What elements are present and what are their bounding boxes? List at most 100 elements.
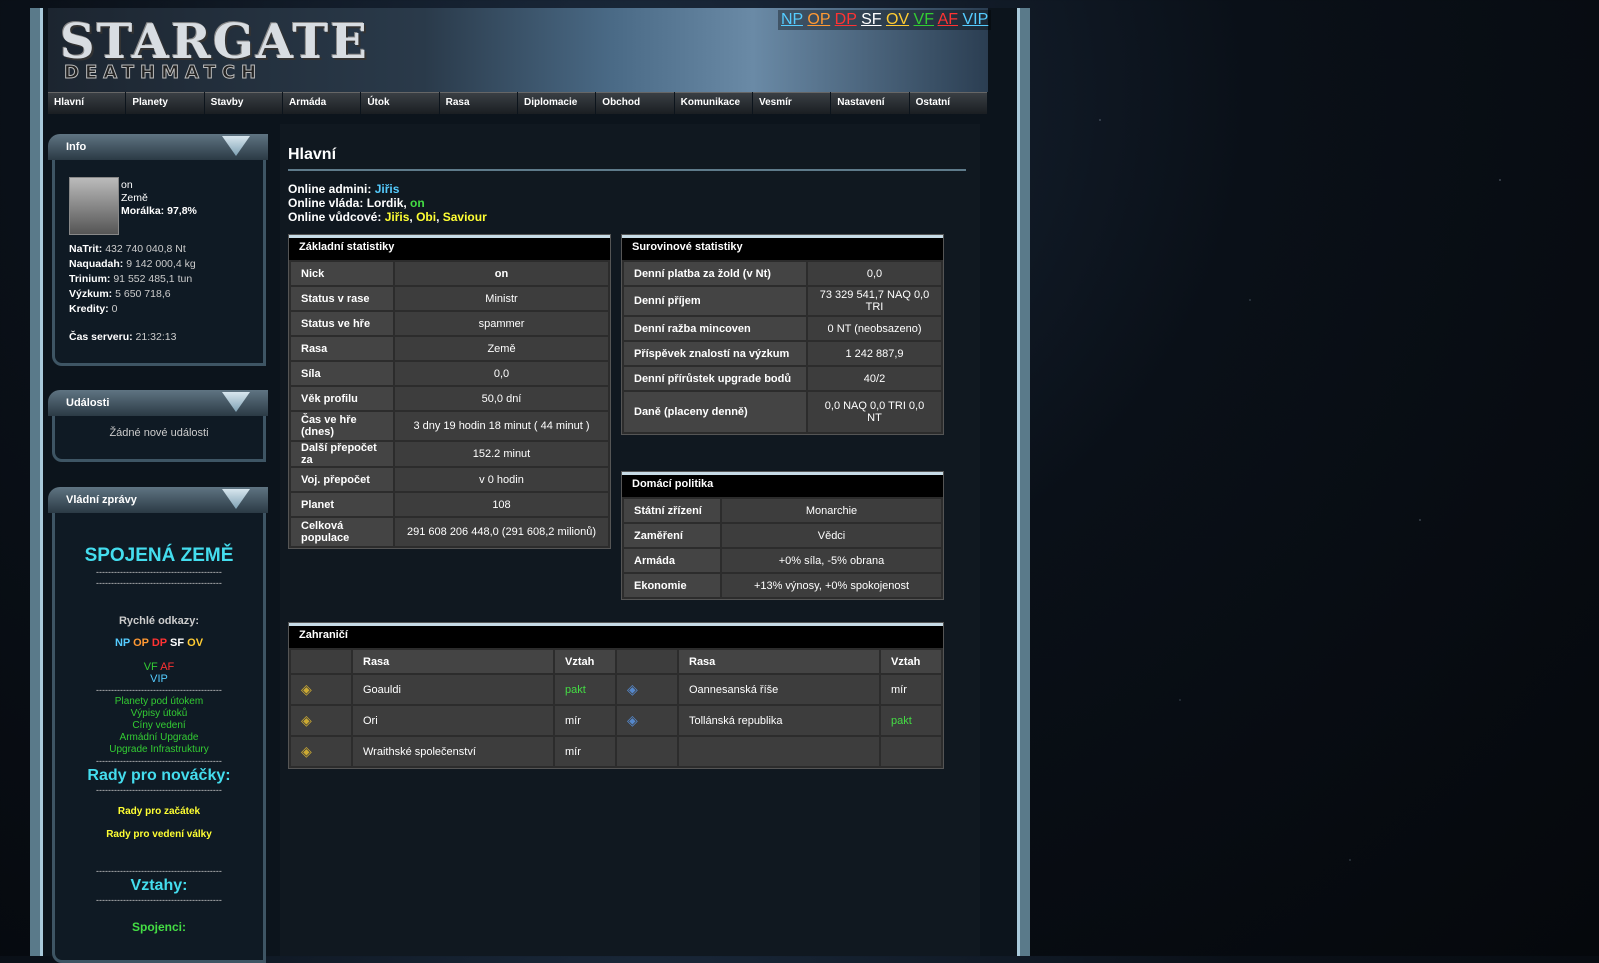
gov-user-link[interactable]: Lordik: [367, 196, 404, 210]
table-row: Rasa Země: [291, 337, 608, 360]
nav-item-3[interactable]: Armáda: [282, 92, 361, 114]
side-quick-vf[interactable]: VF: [144, 661, 158, 673]
online-admin-label: Online admini:: [288, 182, 372, 196]
online-gov: Online vláda: Lordik, on: [288, 196, 425, 210]
nav-item-5[interactable]: Rasa: [439, 92, 517, 114]
gov-link[interactable]: Armádní Upgrade: [120, 732, 199, 743]
divider: ----------------------------------------…: [96, 685, 222, 695]
nav-item-1[interactable]: Planety: [126, 92, 204, 114]
race-icon: ◈: [291, 706, 351, 735]
row-value: 291 608 206 448,0 (291 608,2 milionů): [395, 518, 608, 546]
side-quick-sf[interactable]: SF: [170, 637, 184, 649]
quick-link-vip[interactable]: VIP: [962, 11, 988, 28]
gov-heading: SPOJENÁ ZEMĚ: [84, 545, 234, 566]
race-link[interactable]: Tollánská republika: [689, 715, 783, 727]
resource-label: Naquadah:: [69, 258, 124, 270]
resource-value: 0: [111, 303, 118, 315]
events-box-header: Události: [48, 390, 268, 416]
online-admins: Online admini: Jiřis: [288, 182, 399, 196]
table-row: Status ve hře spammer: [291, 312, 608, 335]
race-link[interactable]: Ori: [363, 715, 378, 727]
side-quick-links: NP OP DP SF OV: [52, 637, 266, 649]
nav-item-9[interactable]: Vesmír: [752, 92, 831, 114]
race-cell[interactable]: Tollánská republika: [679, 706, 879, 735]
gov-links: Planety pod útokem Výpisy útoků Cíny veden…: [52, 696, 266, 756]
side-quick-vip[interactable]: VIP: [150, 673, 168, 685]
table-row: Denní platba za žold (v Nt) 0,0: [624, 262, 941, 285]
table-row: Státní zřízení Monarchie: [624, 499, 941, 522]
nav-item-6[interactable]: Diplomacie: [517, 92, 596, 114]
quick-link-sf[interactable]: SF: [861, 11, 881, 28]
race-link[interactable]: Wraithské společenství: [363, 746, 476, 758]
quick-link-np[interactable]: NP: [781, 11, 803, 28]
leader-link[interactable]: Jiřis: [385, 210, 410, 224]
resource-value: 9 142 000,4 kg: [126, 258, 196, 270]
main-nav: Hlavní Planety Stavby Armáda Útok Rasa Diploma…: [48, 92, 988, 114]
row-label: Denní platba za žold (v Nt): [624, 262, 806, 285]
race-cell[interactable]: Wraithské společenství: [353, 737, 553, 766]
chevron-down-icon: [222, 489, 250, 509]
resource-line: NaTrit: 432 740 040,8 Nt: [69, 243, 186, 255]
nav-item-8[interactable]: Komunikace: [674, 92, 752, 114]
gov-box-header: Vládní zprávy: [48, 487, 268, 513]
table-row: Síla 0,0: [291, 362, 608, 385]
leader-link[interactable]: Saviour: [443, 210, 487, 224]
leader-link[interactable]: Obi: [416, 210, 436, 224]
gov-link[interactable]: Cíny vedení: [132, 720, 185, 731]
novice-link[interactable]: Rady pro vedení války: [106, 829, 212, 840]
side-quick-ov[interactable]: OV: [187, 637, 203, 649]
row-value: 3 dny 19 hodin 18 minut ( 44 minut ): [395, 412, 608, 440]
novice-link[interactable]: Rady pro začátek: [118, 806, 200, 817]
row-value: Ministr: [395, 287, 608, 310]
quick-link-af[interactable]: AF: [938, 11, 958, 28]
rel-header: Vztah: [555, 650, 615, 673]
nav-item-4[interactable]: Útok: [361, 92, 439, 114]
admin-link[interactable]: Jiřis: [375, 182, 400, 196]
race-cell[interactable]: Ori: [353, 706, 553, 735]
side-quick-af[interactable]: AF: [160, 661, 174, 673]
novice-heading: Rady pro nováčky:: [87, 767, 231, 784]
table-row: Denní příjem 73 329 541,7 NAQ 0,0 TRI: [624, 287, 941, 315]
race-link[interactable]: Oannesanská říše: [689, 684, 778, 696]
quick-link-vf[interactable]: VF: [914, 11, 934, 28]
quick-link-dp[interactable]: DP: [835, 11, 857, 28]
side-quick-op[interactable]: OP: [133, 637, 149, 649]
resource-value: 91 552 485,1 tun: [113, 273, 193, 285]
resource-value: 432 740 040,8 Nt: [105, 243, 186, 255]
gov-user-link[interactable]: on: [410, 196, 425, 210]
table-row: Voj. přepočet v 0 hodin: [291, 468, 608, 491]
race-link[interactable]: Goauldi: [363, 684, 401, 696]
table-row: Zaměření Vědci: [624, 524, 941, 547]
nav-item-7[interactable]: Obchod: [596, 92, 674, 114]
gov-link[interactable]: Výpisy útoků: [131, 708, 188, 719]
resource-line: Trinium: 91 552 485,1 tun: [69, 273, 192, 285]
nick-link[interactable]: on: [495, 268, 508, 280]
gov-link[interactable]: Upgrade Infrastruktury: [109, 744, 209, 755]
row-value[interactable]: on: [395, 262, 608, 285]
race-cell[interactable]: Oannesanská říše: [679, 675, 879, 704]
side-quick-np[interactable]: NP: [115, 637, 130, 649]
table-row: Daně (placeny denně) 0,0 NAQ 0,0 TRI 0,0 …: [624, 392, 941, 432]
race-emblem-icon: ◈: [301, 743, 312, 759]
nav-item-2[interactable]: Stavby: [204, 92, 282, 114]
logo-subtitle: DEATHMATCH: [63, 62, 263, 84]
user-nick-link[interactable]: on: [121, 179, 133, 191]
quick-link-op[interactable]: OP: [807, 11, 830, 28]
novice-link-wrap: Rady pro začátek: [52, 806, 266, 817]
nav-item-0[interactable]: Hlavní: [48, 92, 126, 114]
info-box: on Země Morálka: 97,8% NaTrit: 432 740 0…: [52, 150, 266, 366]
nav-item-11[interactable]: Ostatní: [909, 92, 987, 114]
domestic-title: Domácí politika: [622, 472, 943, 497]
gov-link[interactable]: Planety pod útokem: [115, 696, 203, 707]
resource-value: 5 650 718,6: [115, 288, 171, 300]
row-label: Denní příjem: [624, 287, 806, 315]
table-row: Další přepočet za 152.2 minut: [291, 442, 608, 466]
quick-link-ov[interactable]: OV: [886, 11, 909, 28]
divider: ----------------------------------------…: [96, 866, 222, 876]
side-quick-dp[interactable]: DP: [152, 637, 167, 649]
race-icon: ◈: [291, 737, 351, 766]
user-race-link[interactable]: Země: [121, 192, 148, 204]
nav-item-10[interactable]: Nastavení: [831, 92, 909, 114]
race-cell[interactable]: Goauldi: [353, 675, 553, 704]
avatar[interactable]: [69, 177, 119, 235]
